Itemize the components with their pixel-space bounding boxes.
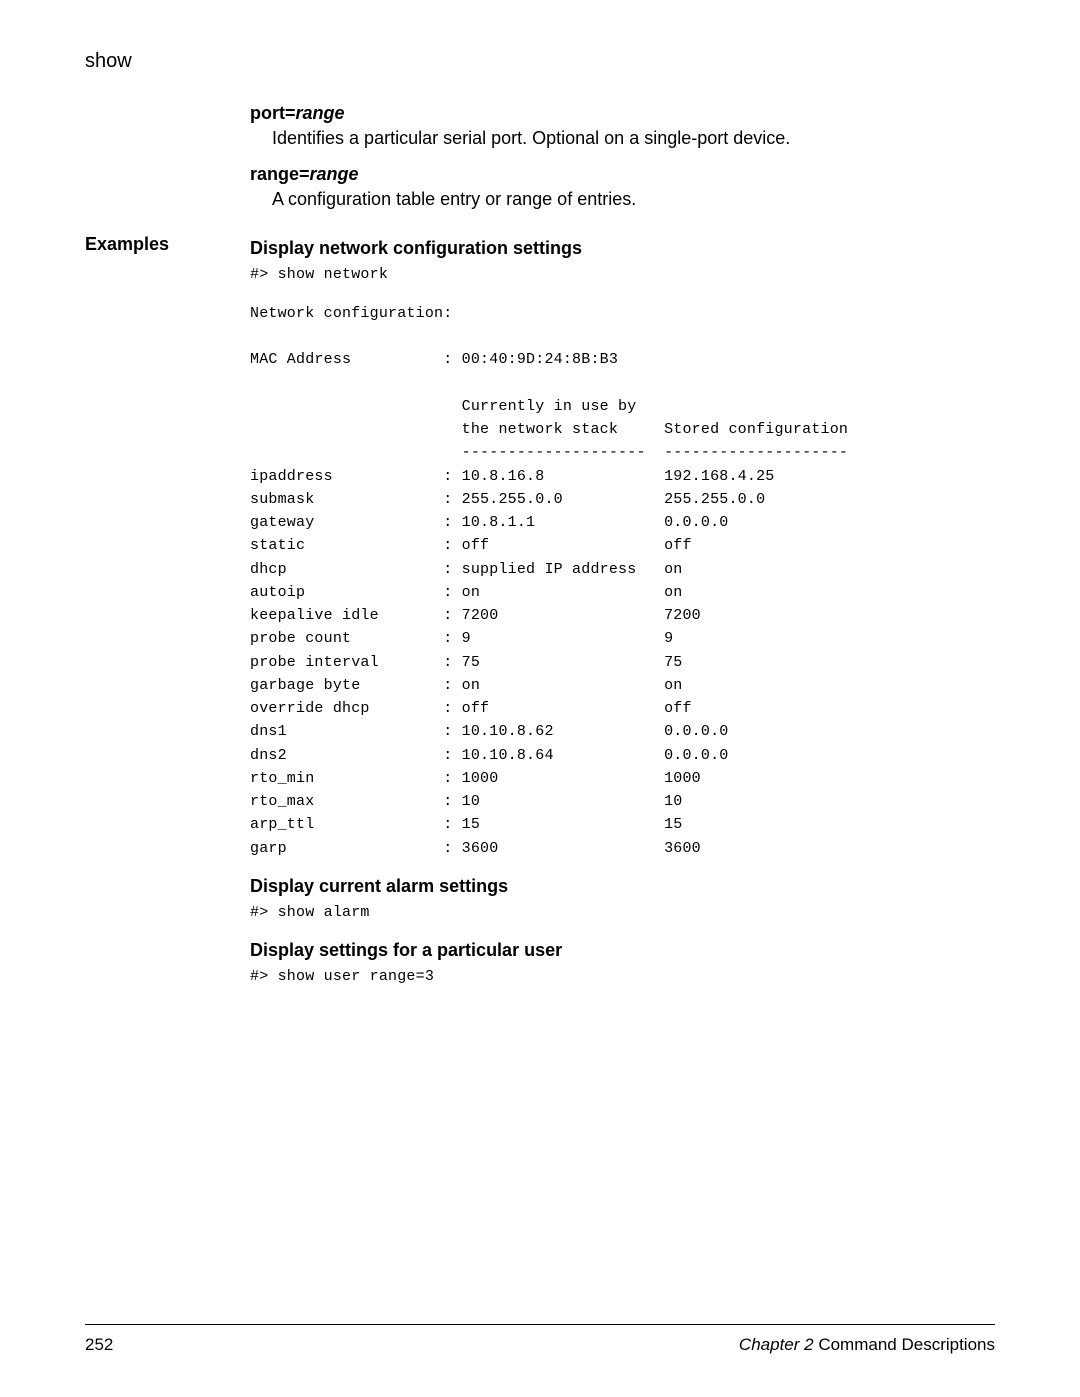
- option-range-label: range=range: [250, 164, 995, 185]
- examples-row: Examples Display network configuration s…: [85, 234, 995, 1005]
- option-port-label: port=range: [250, 103, 995, 124]
- option-port-prefix: port=: [250, 103, 296, 123]
- option-range-prefix: range=: [250, 164, 310, 184]
- example-user-cmd: #> show user range=3: [250, 965, 995, 988]
- option-range-ital: range: [310, 164, 359, 184]
- option-port-ital: range: [296, 103, 345, 123]
- footer-chapter-suffix: Command Descriptions: [814, 1335, 995, 1354]
- option-range-desc: A configuration table entry or range of …: [272, 187, 995, 211]
- option-port-desc: Identifies a particular serial port. Opt…: [272, 126, 995, 150]
- example-alarm-title: Display current alarm settings: [250, 876, 995, 897]
- running-header: show: [85, 50, 995, 73]
- example-network-output: Network configuration: MAC Address : 00:…: [250, 302, 995, 860]
- page: show port=range Identifies a particular …: [0, 0, 1080, 1397]
- footer-chapter: Chapter 2 Command Descriptions: [739, 1335, 995, 1355]
- example-network-title: Display network configuration settings: [250, 238, 995, 259]
- page-footer: 252 Chapter 2 Command Descriptions: [85, 1324, 995, 1355]
- footer-chapter-prefix: Chapter 2: [739, 1335, 814, 1354]
- option-row-port: port=range Identifies a particular seria…: [85, 103, 995, 226]
- example-alarm-cmd: #> show alarm: [250, 901, 995, 924]
- example-network-cmd: #> show network: [250, 263, 995, 286]
- footer-rule: [85, 1324, 995, 1325]
- examples-heading: Examples: [85, 234, 250, 255]
- example-user-title: Display settings for a particular user: [250, 940, 995, 961]
- page-number: 252: [85, 1335, 113, 1355]
